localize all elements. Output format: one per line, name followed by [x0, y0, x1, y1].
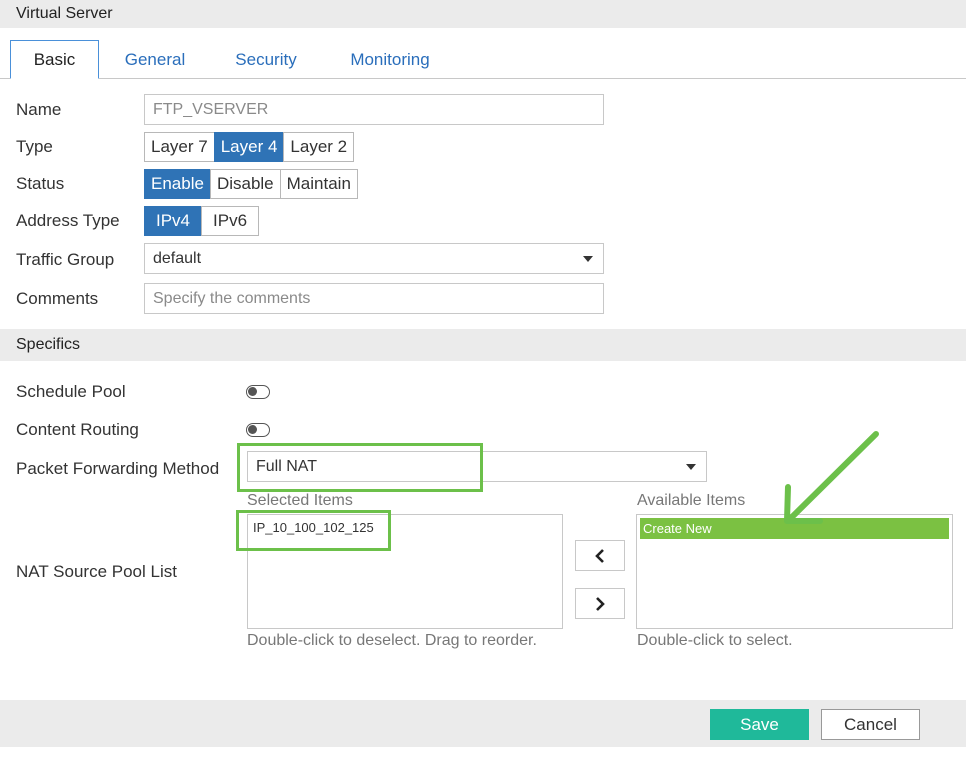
move-left-button[interactable] — [575, 540, 625, 571]
caret-down-icon — [686, 463, 696, 470]
name-label: Name — [16, 100, 62, 119]
schedule-pool-label: Schedule Pool — [16, 382, 126, 401]
tab-monitoring[interactable]: Monitoring — [336, 40, 444, 79]
name-field[interactable]: FTP_VSERVER — [144, 94, 604, 125]
status-enable-button[interactable]: Enable — [144, 169, 211, 199]
tab-label: General — [124, 49, 186, 69]
type-label: Type — [16, 137, 53, 156]
status-maintain-button[interactable]: Maintain — [279, 169, 358, 199]
address-type-label: Address Type — [16, 211, 120, 230]
traffic-group-value: default — [153, 249, 202, 267]
status-disable-button[interactable]: Disable — [209, 169, 281, 199]
chevron-right-icon — [596, 596, 605, 611]
status-label: Status — [16, 174, 65, 193]
selected-items-title: Selected Items — [247, 492, 353, 509]
caret-down-icon — [583, 255, 593, 262]
move-right-button[interactable] — [575, 588, 625, 619]
traffic-group-label: Traffic Group — [16, 250, 115, 269]
content-routing-toggle[interactable] — [246, 423, 270, 437]
tab-label: Basic — [33, 49, 76, 69]
save-button[interactable]: Save — [710, 709, 809, 740]
address-ipv4-button[interactable]: IPv4 — [144, 206, 203, 236]
type-segmented-control: Layer 7 Layer 4 Layer 2 — [144, 132, 355, 162]
chevron-left-icon — [595, 548, 604, 563]
tab-label: Monitoring — [350, 49, 430, 69]
tab-label: Security — [235, 49, 297, 69]
status-segmented-control: Enable Disable Maintain — [144, 169, 358, 199]
tab-general[interactable]: General — [112, 40, 198, 79]
traffic-group-select[interactable]: default — [144, 243, 604, 274]
packet-forwarding-label: Packet Forwarding Method — [16, 459, 220, 478]
window-title: Virtual Server — [16, 5, 113, 22]
type-layer4-button[interactable]: Layer 4 — [213, 132, 285, 162]
selected-items-hint: Double-click to deselect. Drag to reorde… — [247, 632, 537, 649]
arrow-icon — [784, 431, 879, 524]
schedule-pool-toggle[interactable] — [246, 385, 270, 399]
type-layer7-button[interactable]: Layer 7 — [144, 132, 215, 162]
toggle-knob — [248, 387, 257, 396]
content-routing-label: Content Routing — [16, 420, 139, 439]
toggle-knob — [248, 425, 257, 434]
address-ipv6-button[interactable]: IPv6 — [201, 206, 260, 236]
cancel-button[interactable]: Cancel — [821, 709, 920, 740]
address-type-segmented-control: IPv4 IPv6 — [144, 206, 260, 236]
packet-forwarding-highlight — [237, 443, 483, 492]
nat-source-pool-label: NAT Source Pool List — [16, 562, 177, 581]
specifics-title: Specifics — [16, 336, 81, 353]
available-items-hint: Double-click to select. — [637, 632, 793, 649]
comments-label: Comments — [16, 289, 99, 308]
comments-input[interactable]: Specify the comments — [144, 283, 604, 314]
tab-security[interactable]: Security — [222, 40, 310, 79]
specifics-section-header: Specifics — [0, 329, 966, 361]
available-items-title: Available Items — [637, 492, 746, 509]
selected-item-highlight — [236, 510, 391, 551]
type-layer2-button[interactable]: Layer 2 — [283, 132, 355, 162]
tab-basic[interactable]: Basic — [10, 40, 99, 79]
window-header: Virtual Server — [0, 0, 966, 28]
